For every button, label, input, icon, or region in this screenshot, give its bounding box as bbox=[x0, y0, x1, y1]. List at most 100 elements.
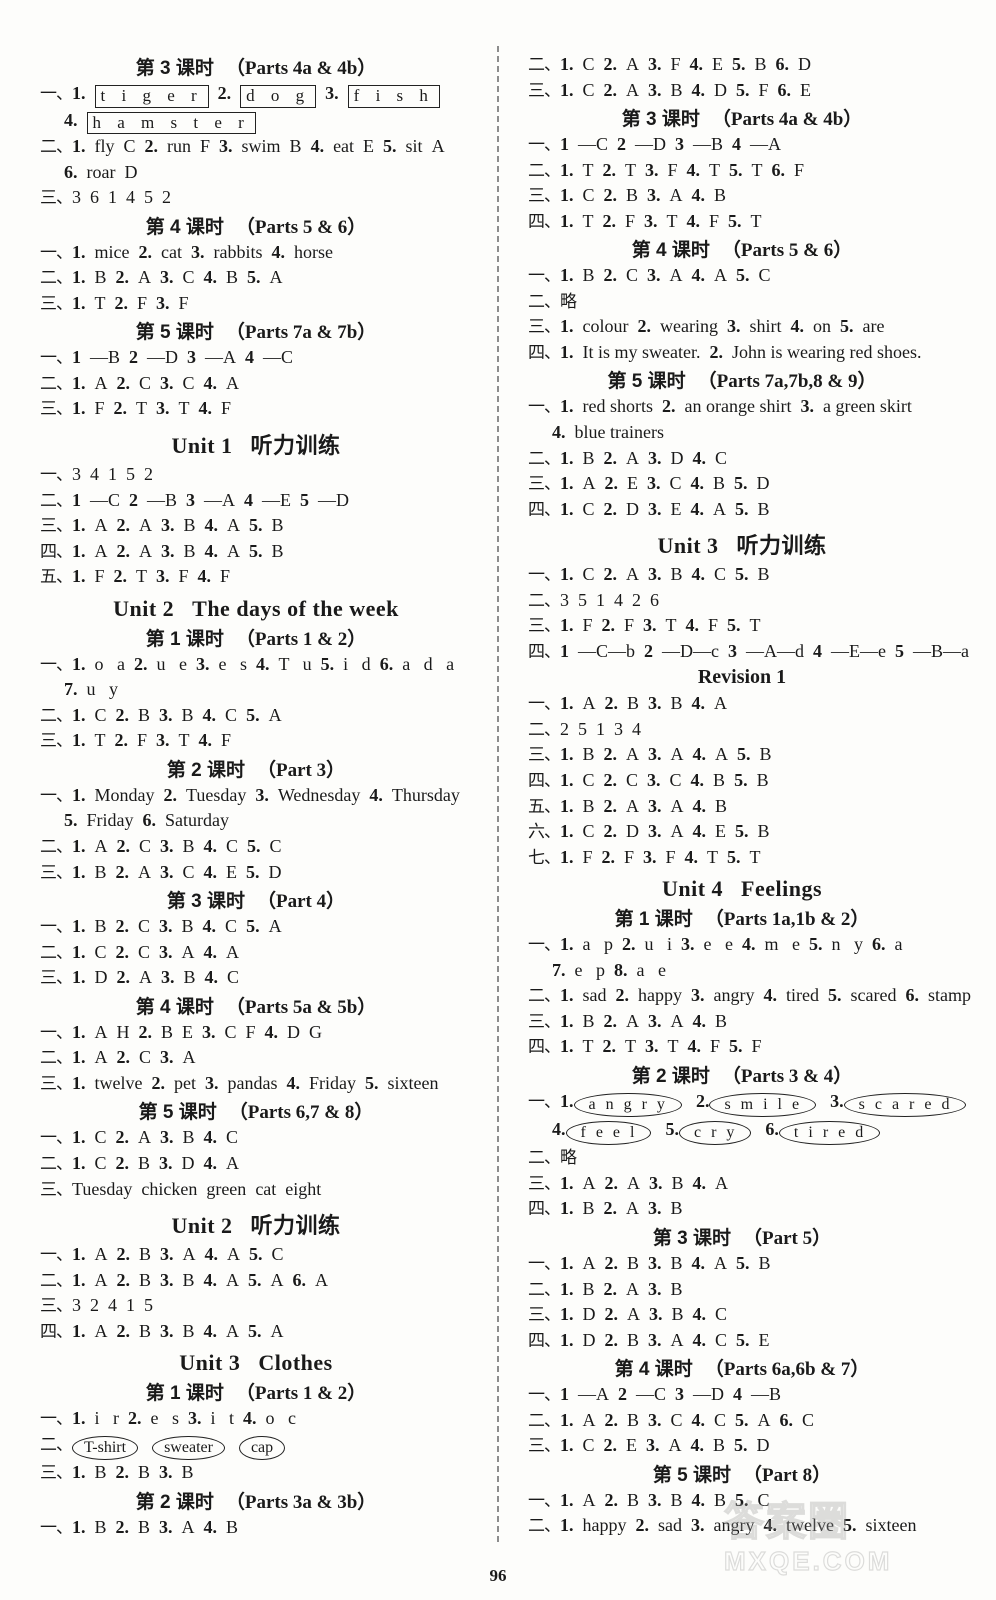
circled-answer: f e e l bbox=[565, 1121, 652, 1146]
answer-row: 三、1. C 2. E 3. A 4. B 5. D bbox=[528, 1433, 956, 1459]
answer-row: 三、1. F 2. F 3. T 4. F 5. T bbox=[528, 613, 956, 639]
answer-value: 4 bbox=[126, 187, 135, 208]
answer-value: B bbox=[271, 515, 284, 536]
question-number: 1. bbox=[560, 1090, 574, 1111]
question-number: 1. bbox=[560, 79, 574, 100]
question-number: 4. bbox=[692, 1010, 707, 1031]
revision-heading: Revision 1 bbox=[697, 666, 787, 689]
circled-answer: sweater bbox=[152, 1435, 225, 1460]
answer-value: A bbox=[226, 941, 240, 962]
answer-value: A bbox=[670, 1010, 684, 1031]
question-number: 2. bbox=[603, 498, 618, 519]
answer-value: C bbox=[227, 967, 240, 988]
question-number: 1. bbox=[560, 1515, 574, 1536]
answer-value: D bbox=[670, 447, 684, 468]
answer-value: run bbox=[167, 136, 192, 157]
question-number: 3. bbox=[691, 985, 705, 1006]
answer-value: Tuesday bbox=[72, 1178, 133, 1199]
answer-value: F bbox=[710, 1036, 721, 1057]
question-number: 1. bbox=[72, 1152, 86, 1173]
question-number: 5. bbox=[827, 985, 842, 1006]
answer-row: 三、1. colour 2. wearing 3. shirt 4. on 5. are bbox=[528, 314, 956, 340]
question-number: 4. bbox=[203, 267, 218, 288]
question-number: 1. bbox=[560, 615, 574, 636]
question-number: 2. bbox=[635, 1515, 650, 1536]
answer-value: B bbox=[582, 744, 595, 765]
answer-value: B bbox=[138, 1461, 151, 1482]
question-number: 1. bbox=[72, 241, 86, 262]
answer-row: 三、1. T 2. F 3. T 4. F bbox=[40, 728, 472, 754]
answer-value: A bbox=[227, 515, 241, 536]
question-number: 7. bbox=[64, 679, 78, 700]
answer-value: —D bbox=[147, 347, 179, 368]
question-number: 2. bbox=[602, 1036, 617, 1057]
answer-value: A bbox=[94, 1244, 108, 1265]
answer-value: C bbox=[669, 473, 682, 494]
answer-row: 二、1. C 2. A 3. F 4. E 5. B 6. D bbox=[528, 52, 956, 78]
question-number: 5. bbox=[734, 1435, 748, 1456]
question-number: 3. bbox=[202, 1021, 216, 1042]
answer-value: B bbox=[94, 267, 107, 288]
answer-row: 四、1 —C—b 2 —D—c 3 —A—d 4 —E—e 5 —B—a bbox=[528, 639, 969, 665]
answer-value: 1 bbox=[596, 589, 605, 610]
answer-row: 三、1. B 2. A 3. A 4. B bbox=[528, 1009, 956, 1035]
answer-value: —C—b bbox=[578, 640, 636, 661]
answer-row: 三、1. B 2. A 3. A 4. A 5. B bbox=[528, 742, 956, 768]
question-number: 4. bbox=[692, 1304, 707, 1325]
answer-value: D bbox=[582, 1304, 596, 1325]
lesson-heading-cn: 第 5 课时 bbox=[138, 1102, 217, 1124]
answer-value: F bbox=[758, 79, 769, 100]
answer-value: F bbox=[708, 615, 719, 636]
answer-row-label: 一、 bbox=[40, 1517, 73, 1537]
answer-value: pet bbox=[173, 1072, 196, 1093]
answer-value: B bbox=[670, 1278, 683, 1299]
question-number: 4. bbox=[689, 54, 704, 74]
question-number: 5. bbox=[727, 615, 741, 636]
answer-row: 三、1. D 2. A 3. B 4. C bbox=[528, 1302, 956, 1328]
question-number: 2. bbox=[114, 292, 129, 313]
answer-row: 一、1 —C 2 —D 3 —B 4 —A bbox=[528, 132, 956, 158]
answer-row-label: 一、 bbox=[528, 1490, 561, 1510]
answer-value: C bbox=[271, 1244, 284, 1265]
question-number: 1. bbox=[72, 1244, 86, 1265]
answer-row-label: 一、 bbox=[40, 1022, 73, 1042]
question-number: 4. bbox=[691, 1489, 706, 1510]
question-number: 2. bbox=[603, 744, 618, 765]
question-number: 4. bbox=[691, 265, 706, 286]
answer-value: colour bbox=[582, 316, 629, 337]
answer-row-label: 一、 bbox=[528, 135, 561, 155]
answer-row: 四、1. A 2. B 3. B 4. A 5. A bbox=[40, 1319, 472, 1345]
question-number: 1. bbox=[72, 136, 86, 157]
answer-value: A bbox=[670, 744, 684, 765]
question-number: 3. bbox=[159, 1152, 173, 1173]
answer-value: E bbox=[758, 1329, 770, 1350]
question-number: 4. bbox=[243, 1408, 257, 1429]
unit-heading-id: Unit 3 bbox=[179, 1350, 241, 1376]
lesson-heading-cn: 第 3 课时 bbox=[135, 58, 214, 79]
question-number: 4. bbox=[271, 241, 285, 262]
lesson-heading-cn: 第 3 课时 bbox=[621, 109, 700, 131]
answer-value: B bbox=[714, 1489, 727, 1510]
question-number: 3. bbox=[160, 861, 174, 882]
question-number: 5. bbox=[839, 316, 854, 337]
question-number: 1. bbox=[560, 693, 574, 714]
answer-row: 二、1. A 2. C 3. B 4. C 5. C bbox=[40, 834, 472, 860]
answer-letters: o a bbox=[94, 653, 126, 674]
question-number: 2. bbox=[116, 967, 131, 988]
question-number: 5. bbox=[735, 1489, 749, 1510]
unit-heading-name: 听力训练 bbox=[250, 1213, 341, 1239]
boxed-answer: f i s h bbox=[347, 85, 440, 108]
answer-value: A bbox=[582, 1252, 596, 1273]
answer-value: —E bbox=[262, 489, 292, 510]
question-number: 5. bbox=[736, 79, 750, 100]
answer-row: 三、1. F 2. T 3. T 4. F bbox=[40, 396, 472, 422]
answer-value: B bbox=[626, 185, 639, 206]
question-number: 2. bbox=[637, 316, 651, 337]
question-number: 5. bbox=[735, 564, 749, 585]
answer-value: happy bbox=[582, 1515, 627, 1536]
answer-value: D bbox=[798, 54, 812, 74]
lesson-heading-parts: （Part 3） bbox=[257, 759, 346, 781]
question-number: 1. bbox=[72, 1047, 86, 1068]
question-number: 2. bbox=[134, 653, 148, 674]
answer-value: T bbox=[709, 159, 721, 180]
